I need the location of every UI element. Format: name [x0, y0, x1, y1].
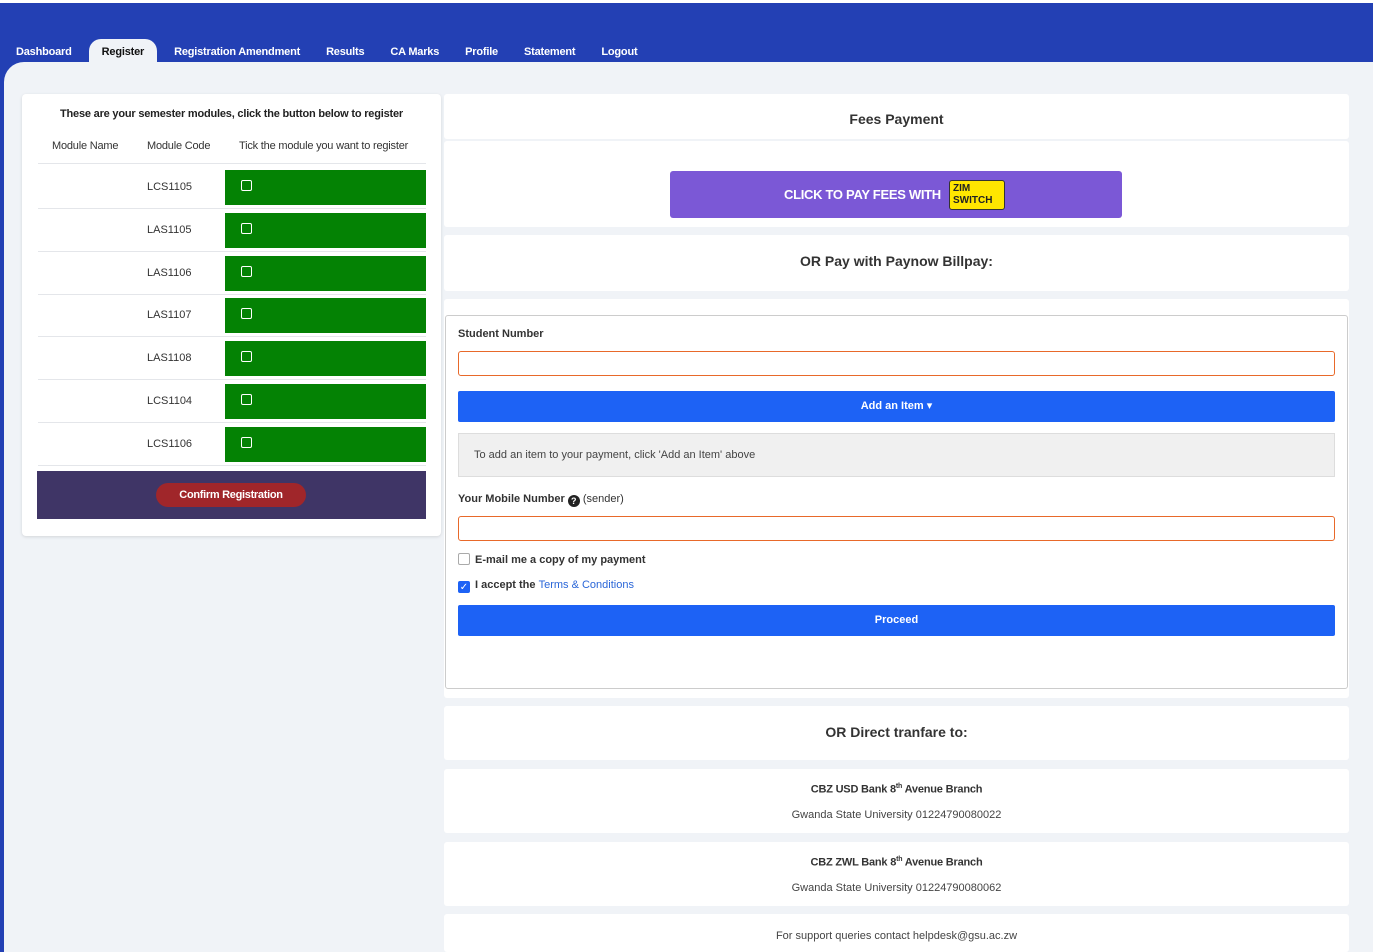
module-code: LAS1108 [147, 352, 192, 364]
table-row: LCS1105 [38, 166, 426, 209]
module-checkbox[interactable] [241, 180, 252, 191]
module-checkbox[interactable] [241, 308, 252, 319]
paynow-title: OR Pay with Paynow Billpay: [800, 253, 993, 269]
module-checkbox[interactable] [241, 223, 252, 234]
add-item-hint: To add an item to your payment, click 'A… [458, 433, 1335, 477]
support-card: For support queries contact helpdesk@gsu… [444, 914, 1349, 952]
tick-cell [225, 213, 426, 248]
caret-down-icon: ▾ [926, 400, 933, 412]
table-row: LCS1106 [38, 423, 426, 466]
module-code: LCS1104 [147, 395, 193, 407]
transfer-header: OR Direct tranfare to: [444, 706, 1349, 760]
table-row: LAS1106 [38, 252, 426, 295]
zimswitch-label: CLICK TO PAY FEES WITH [784, 187, 941, 202]
table-row: LAS1107 [38, 294, 426, 337]
bank-zwl-card: CBZ ZWL Bank 8th Avenue Branch Gwanda St… [444, 842, 1349, 906]
table-row: LCS1104 [38, 380, 426, 423]
fees-payment-title: Fees Payment [849, 111, 944, 127]
zimswitch-pay-button[interactable]: CLICK TO PAY FEES WITH ZIM SWITCH [670, 171, 1122, 218]
paynow-form: Student Number Add an Item ▾ To add an i… [445, 315, 1348, 689]
bank-usd-account: Gwanda State University 01224790080022 [791, 809, 1002, 821]
module-checkbox[interactable] [241, 266, 252, 277]
table-row: LAS1105 [38, 209, 426, 252]
accept-prefix: I accept the [475, 579, 536, 591]
email-copy-checkbox[interactable] [458, 553, 470, 565]
student-number-input[interactable] [458, 351, 1335, 376]
proceed-button[interactable]: Proceed [458, 605, 1335, 636]
module-registration-card: These are your semester modules, click t… [22, 94, 441, 536]
modules-table-header: Module Name Module Code Tick the module … [38, 134, 426, 164]
main-content: These are your semester modules, click t… [4, 62, 1373, 952]
mobile-sender-suffix: (sender) [582, 493, 624, 505]
column-tick: Tick the module you want to register [239, 140, 409, 152]
help-icon[interactable]: ? [567, 495, 580, 507]
tick-cell [225, 341, 426, 376]
email-copy-row: E-mail me a copy of my payment [458, 553, 646, 566]
mobile-number-input[interactable] [458, 516, 1335, 541]
column-module-code: Module Code [147, 140, 211, 152]
email-copy-label: E-mail me a copy of my payment [475, 554, 646, 566]
bank-zwl-account: Gwanda State University 01224790080062 [791, 882, 1002, 894]
student-number-label: Student Number [458, 328, 544, 340]
tick-cell [225, 298, 426, 333]
bank-usd-name: CBZ USD Bank 8th Avenue Branch [810, 783, 983, 796]
module-code: LAS1105 [147, 224, 192, 236]
top-navbar: Dashboard Register Registration Amendmen… [0, 0, 1373, 65]
tick-cell [225, 427, 426, 462]
paynow-header: OR Pay with Paynow Billpay: [444, 235, 1349, 291]
module-checkbox[interactable] [241, 437, 252, 448]
module-code: LAS1107 [147, 309, 192, 321]
module-checkbox[interactable] [241, 351, 252, 362]
tick-cell [225, 170, 426, 205]
bank-usd-card: CBZ USD Bank 8th Avenue Branch Gwanda St… [444, 769, 1349, 833]
confirm-registration-button[interactable]: Confirm Registration [156, 483, 306, 507]
add-item-button[interactable]: Add an Item ▾ [458, 391, 1335, 422]
bank-zwl-name: CBZ ZWL Bank 8th Avenue Branch [810, 856, 983, 869]
confirm-bar: Confirm Registration [37, 471, 426, 519]
module-code: LAS1106 [147, 267, 192, 279]
table-row: LAS1108 [38, 337, 426, 380]
tick-cell [225, 384, 426, 419]
column-module-name: Module Name [52, 140, 119, 152]
support-text: For support queries contact helpdesk@gsu… [775, 930, 1018, 942]
accept-terms-row: ✓ I accept the Terms & Conditions [458, 579, 634, 593]
terms-conditions-link[interactable]: Terms & Conditions [539, 579, 634, 591]
registration-intro: These are your semester modules, click t… [60, 108, 403, 120]
tick-cell [225, 256, 426, 291]
module-checkbox[interactable] [241, 394, 252, 405]
zimswitch-section: CLICK TO PAY FEES WITH ZIM SWITCH [444, 141, 1349, 227]
module-code: LCS1105 [147, 181, 193, 193]
fees-payment-header: Fees Payment [444, 94, 1349, 139]
zimswitch-logo-icon: ZIM SWITCH [949, 180, 1005, 210]
mobile-label-text: Your Mobile Number [458, 493, 565, 505]
mobile-number-label: Your Mobile Number? (sender) [458, 493, 624, 507]
module-code: LCS1106 [147, 438, 193, 450]
transfer-title: OR Direct tranfare to: [825, 724, 968, 740]
accept-terms-checkbox[interactable]: ✓ [458, 581, 470, 593]
add-item-label: Add an Item [860, 400, 924, 412]
